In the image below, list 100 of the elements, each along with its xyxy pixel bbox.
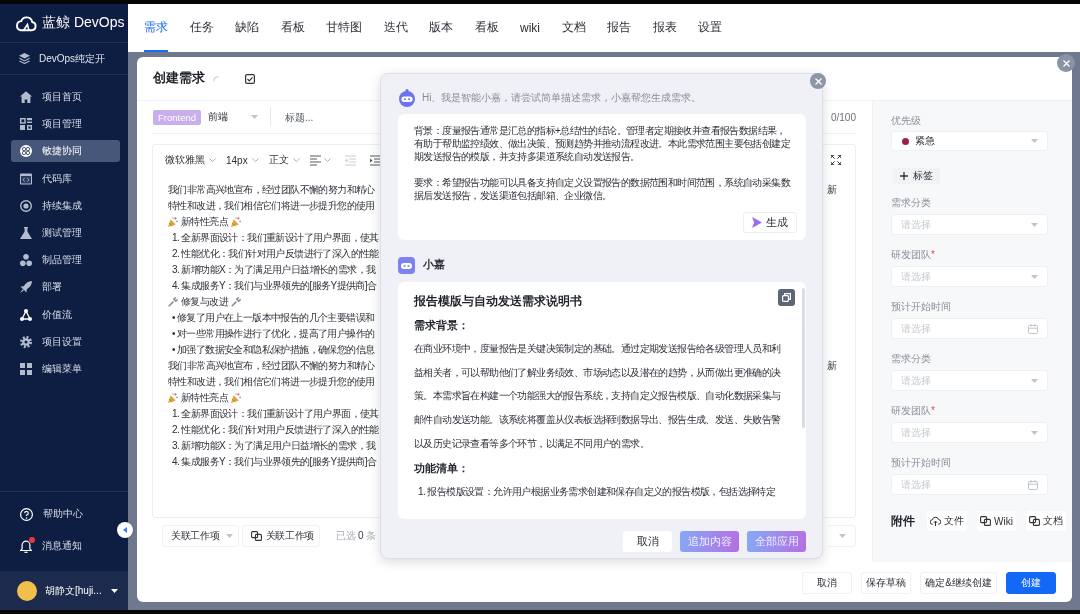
- link-icon: [250, 531, 262, 541]
- help-link[interactable]: 帮助中心: [11, 503, 120, 525]
- heading-text: 新特性亮点: [181, 391, 228, 405]
- align-icon: [309, 154, 321, 166]
- attachment-button[interactable]: 文件: [927, 511, 967, 531]
- nav-tab[interactable]: 任务: [189, 4, 214, 52]
- menu-item[interactable]: 项目管理: [11, 113, 120, 136]
- calendar-icon: [1028, 323, 1038, 334]
- attachment-button[interactable]: Wiki: [977, 511, 1016, 531]
- chevron-icon: [323, 158, 331, 162]
- list-item-text: 4. 集成服务Y：我们与业界领先的[服务Y提供商]合: [172, 455, 377, 469]
- nav-tab[interactable]: 设置: [698, 4, 722, 52]
- list-item-text: 2. 性能优化：我们针对用户反馈进行了深入的性能: [172, 247, 379, 261]
- select-field[interactable]: [828, 525, 856, 547]
- generate-button[interactable]: 生成: [743, 212, 797, 233]
- layers-icon: [19, 53, 30, 64]
- wrench-icon: [168, 297, 178, 307]
- close-icon: [814, 77, 822, 85]
- close-icon: [1062, 59, 1070, 67]
- notifications-link[interactable]: 消息通知: [11, 535, 120, 557]
- toolbar-select[interactable]: 微软雅黑: [165, 151, 216, 169]
- section-heading: 需求背景：: [414, 318, 470, 333]
- section-heading: 功能清单：: [414, 460, 470, 476]
- menu-item[interactable]: 代码库: [11, 167, 120, 190]
- list-item-text: • 加强了数据安全和隐私保护措施，确保您的信息: [172, 343, 375, 357]
- cloud-logo-icon: [15, 14, 38, 32]
- priority-select[interactable]: 紧急: [891, 131, 1048, 151]
- list-item-text: 4. 集成服务Y：我们与业界领先的[服务Y提供商]合: [172, 279, 377, 293]
- nav-tab[interactable]: 报表: [652, 4, 677, 52]
- cancel-button[interactable]: 取消: [623, 531, 672, 552]
- caret-icon: [225, 534, 233, 538]
- list-item-text: • 对一些常用操作进行了优化，提高了用户操作的: [172, 327, 375, 341]
- network-icon: [20, 308, 32, 321]
- link-icon: [980, 516, 991, 526]
- reply-paragraph: 在商业环境中，度量报告是关键决策制定的基础。通过定期发送报告给各级管理人员和利益相关者，可以帮助他们了解业务绩效、市场动态以及潜在的趋势，从而做出更准确的决策。本需求旨在构建一个功能强大的报告系统，支持自定义报告模版、自动化数据采集与邮件自动发送功能。该系统将覆盖从仪表板选择到数据导出、报告生成、发送、失败告警以及历史记录查看等多个环节，以满足不同用户的需求。: [414, 342, 782, 451]
- nav-tab[interactable]: 甘特图: [326, 4, 362, 52]
- menu-item[interactable]: 项目首页: [11, 86, 120, 108]
- caret-icon: [111, 588, 118, 593]
- toolbar-select[interactable]: 正文: [268, 151, 300, 169]
- nav-tab[interactable]: 迭代: [383, 4, 408, 52]
- field-label: 研发团队*: [891, 404, 936, 418]
- menu-item[interactable]: 价值流: [11, 303, 120, 326]
- menu-item[interactable]: 敏捷协同: [11, 140, 120, 163]
- nav-tab[interactable]: wiki: [520, 4, 540, 52]
- nav-tab[interactable]: 版本: [429, 4, 453, 52]
- code-icon: [20, 172, 32, 185]
- link-work-item-button[interactable]: 关联工作项: [241, 525, 321, 547]
- arc-icon: [213, 75, 219, 82]
- rings-icon: [20, 145, 32, 158]
- nav-tab[interactable]: 报告: [607, 4, 631, 52]
- menu-item[interactable]: 部署: [11, 276, 120, 299]
- create-button[interactable]: 创建: [1006, 572, 1056, 594]
- nav-tab[interactable]: 看板: [280, 4, 305, 52]
- nav-tab[interactable]: 文档: [561, 4, 586, 52]
- help-icon: [20, 507, 33, 521]
- menu-item[interactable]: 测试管理: [11, 221, 120, 244]
- close-button[interactable]: [1057, 54, 1075, 72]
- category-select[interactable]: 前端: [201, 107, 272, 127]
- copy-button[interactable]: [778, 289, 795, 306]
- nav-tab[interactable]: 看板: [474, 4, 499, 52]
- cloud-upload-icon: [930, 516, 941, 526]
- caret-icon: [1031, 222, 1038, 227]
- footer-button[interactable]: 取消: [802, 572, 853, 594]
- field-label: 需求分类: [891, 196, 932, 210]
- party-popper-icon: [231, 393, 241, 403]
- list-item-text: 2. 性能优化：我们针对用户反馈进行了深入的性能: [172, 423, 379, 437]
- paragraph-text: 特性和改进，我们相信它们将进一步提升您的使用: [168, 375, 375, 389]
- list-item-text: 3. 新增功能X：为了满足用户日益增长的需求，我: [172, 439, 376, 453]
- footer-button[interactable]: 保存草稿: [861, 572, 912, 594]
- work-item-select[interactable]: 关联工作项: [162, 525, 239, 547]
- caret-icon: [1031, 430, 1038, 435]
- menu-item[interactable]: 制品管理: [11, 249, 120, 272]
- link-icon: [1028, 516, 1040, 526]
- calendar-icon: [1028, 479, 1038, 490]
- bot-avatar-icon: [398, 256, 415, 274]
- attachment-button[interactable]: 文档: [1025, 511, 1066, 531]
- circles-icon: [20, 254, 32, 267]
- toolbar-select[interactable]: 14px: [226, 151, 259, 169]
- char-counter: 0/100: [830, 111, 856, 123]
- logo-text: 蓝鲸 DevOps: [42, 14, 125, 32]
- menu-item[interactable]: 编辑菜单: [11, 357, 120, 380]
- dialog-title: 创建需求: [153, 70, 205, 87]
- avatar-icon: [17, 580, 37, 601]
- menu-item[interactable]: 项目设置: [11, 330, 120, 353]
- prompt-field[interactable]: 背景：度量报告通常是汇总的指标+总结性的结论。管理者定期接收并查看报告数据结果，有助于帮助监控绩效、做出决策、预测趋势并推动流程改进。本此需求范围主要包括创建定期发送报告的模版，并支持多渠道系统自动发送报告。 要求：希望报告功能可以具备支持自定义设置报告的数据范围和时间范围，系统自动采集数据后发送报告，发送渠道包括邮箱、企业微信。: [414, 124, 790, 202]
- reply-title: 报告模版与自动发送需求说明书: [414, 293, 583, 309]
- close-button[interactable]: [810, 73, 826, 89]
- caret-icon: [1031, 139, 1038, 143]
- footer-button[interactable]: 确定&继续创建: [920, 572, 997, 594]
- menu-item[interactable]: 持续集成: [11, 194, 120, 217]
- flask-icon: [20, 226, 32, 239]
- heading-text: 修复与改进: [181, 295, 228, 309]
- field-label: 需求分类: [891, 352, 932, 366]
- list-item-text: 1. 全新界面设计：我们重新设计了用户界面，使其: [172, 231, 379, 245]
- add-tag-button[interactable]: 标签: [893, 168, 940, 184]
- nav-tab[interactable]: 缺陷: [235, 4, 259, 52]
- cycle-icon: [20, 199, 32, 212]
- user-menu[interactable]: 胡静文[huji...: [0, 571, 128, 610]
- chevron-icon: [292, 158, 300, 162]
- attachments-label: 附件: [891, 513, 915, 529]
